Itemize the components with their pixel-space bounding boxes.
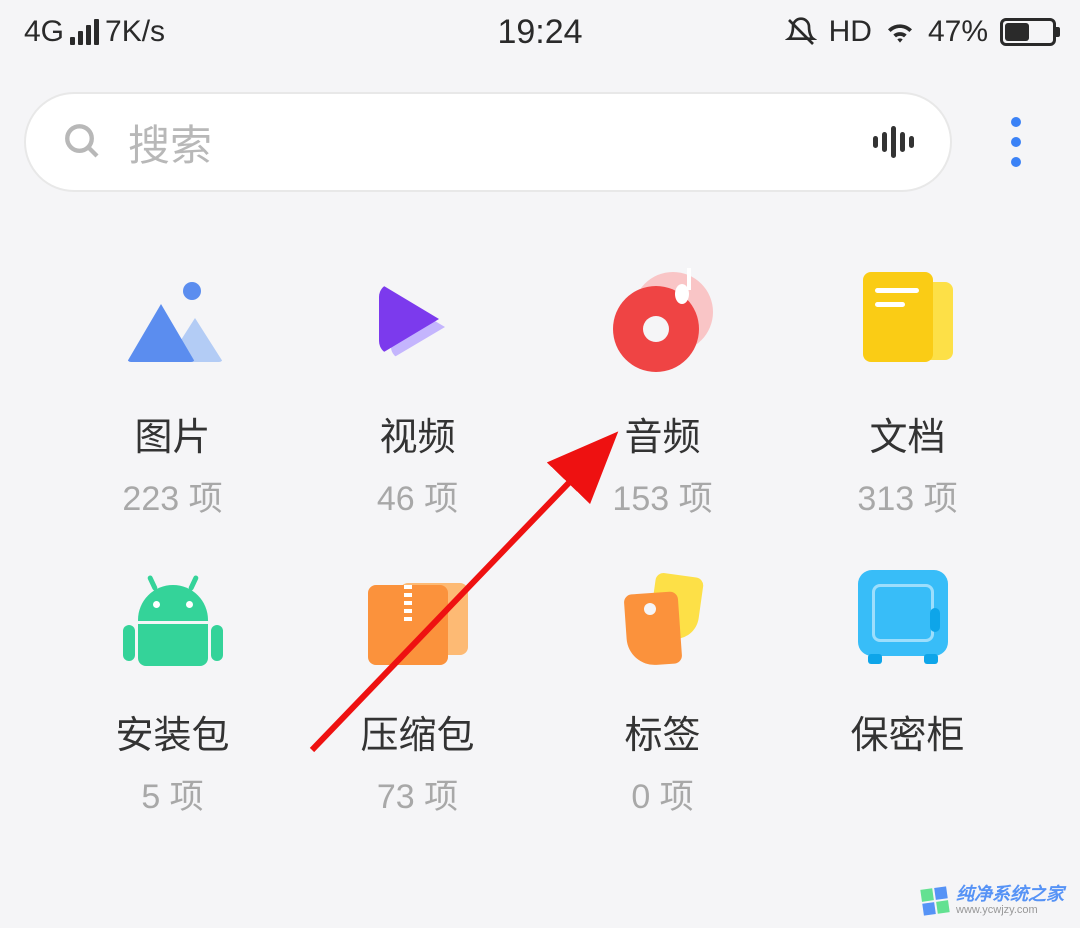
search-icon	[62, 121, 104, 163]
category-count: 46 项	[377, 471, 458, 520]
audio-icon	[603, 262, 723, 382]
category-label: 保密柜	[850, 704, 964, 759]
wifi-icon	[884, 16, 916, 48]
battery-icon	[1000, 18, 1056, 46]
category-count: 313 项	[857, 471, 957, 520]
search-placeholder: 搜索	[128, 112, 873, 173]
category-videos[interactable]: 视频 46 项	[295, 262, 540, 520]
category-label: 安装包	[115, 704, 229, 759]
category-apk[interactable]: 安装包 5 项	[50, 560, 295, 818]
videos-icon	[358, 262, 478, 382]
category-label: 压缩包	[360, 704, 474, 759]
images-icon	[113, 262, 233, 382]
category-grid: 图片 223 项 视频 46 项 音频 153 项	[0, 192, 1080, 818]
watermark-logo-icon	[920, 886, 949, 915]
hd-indicator: HD	[829, 15, 872, 49]
category-documents[interactable]: 文档 313 项	[785, 262, 1030, 520]
category-count: 223 项	[122, 471, 222, 520]
watermark-title: 纯净系统之家	[956, 885, 1064, 903]
apk-icon	[113, 560, 233, 680]
category-label: 文档	[869, 406, 945, 461]
category-audio[interactable]: 音频 153 项	[540, 262, 785, 520]
clock: 19:24	[497, 13, 582, 52]
safe-icon	[848, 560, 968, 680]
voice-search-icon[interactable]	[873, 126, 914, 158]
watermark-url: www.ycwjzy.com	[956, 905, 1064, 916]
mute-icon	[785, 16, 817, 48]
category-count: 153 项	[612, 471, 712, 520]
category-label: 视频	[379, 406, 455, 461]
status-bar: 4G 7K/s 19:24 HD 47%	[0, 0, 1080, 64]
archives-icon	[358, 560, 478, 680]
network-speed: 7K/s	[105, 15, 165, 49]
documents-icon	[848, 262, 968, 382]
network-type: 4G	[24, 15, 64, 49]
category-label: 图片	[134, 406, 210, 461]
category-label: 标签	[624, 704, 700, 759]
category-label: 音频	[624, 406, 700, 461]
status-left: 4G 7K/s	[24, 15, 165, 49]
signal-icon	[70, 19, 99, 45]
category-count: 5 项	[141, 769, 203, 818]
watermark: 纯净系统之家 www.ycwjzy.com	[922, 885, 1064, 916]
category-images[interactable]: 图片 223 项	[50, 262, 295, 520]
search-row: 搜索	[0, 64, 1080, 192]
status-right: HD 47%	[785, 15, 1056, 49]
category-count: 73 项	[377, 769, 458, 818]
category-tags[interactable]: 标签 0 项	[540, 560, 785, 818]
battery-percent: 47%	[928, 15, 988, 49]
more-button[interactable]	[976, 109, 1056, 175]
category-archives[interactable]: 压缩包 73 项	[295, 560, 540, 818]
search-input[interactable]: 搜索	[24, 92, 952, 192]
category-safe[interactable]: 保密柜	[785, 560, 1030, 818]
category-count: 0 项	[631, 769, 693, 818]
tags-icon	[603, 560, 723, 680]
